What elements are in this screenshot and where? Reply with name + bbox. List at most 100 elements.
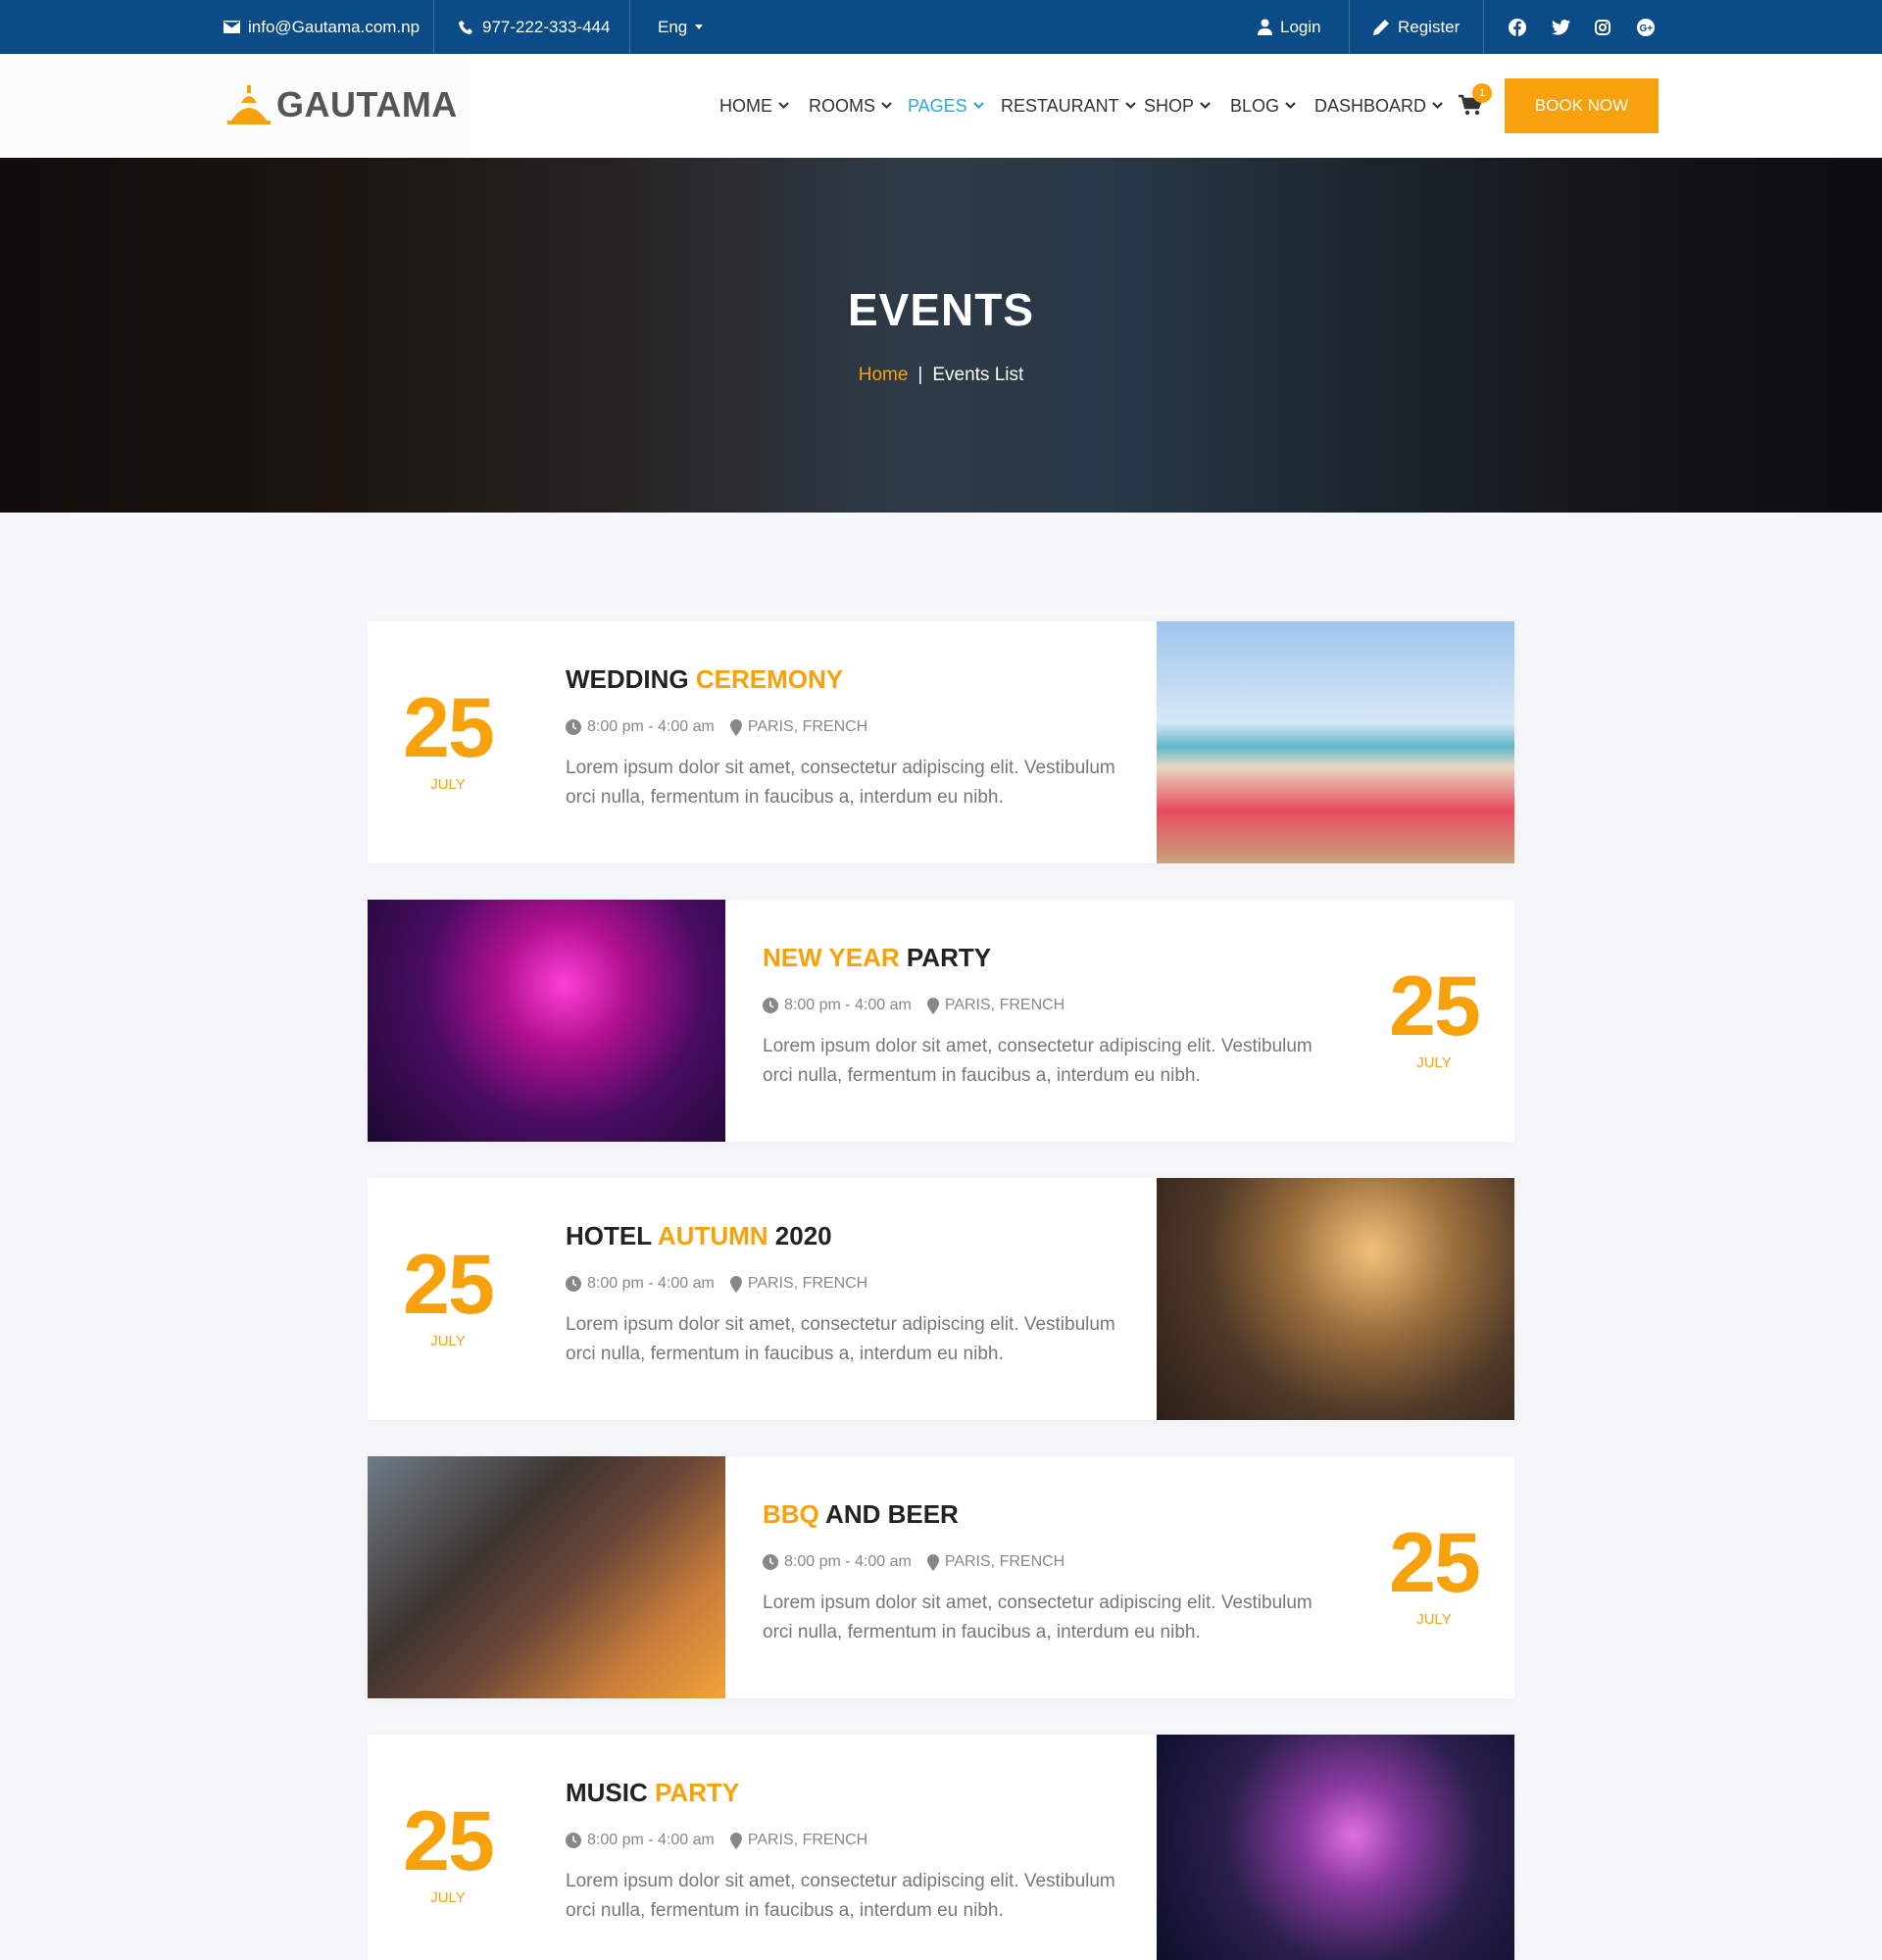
bbq-photo[interactable] xyxy=(368,1456,725,1698)
divider xyxy=(1483,0,1484,54)
facebook-link[interactable] xyxy=(1509,0,1526,54)
event-meta: 8:00 pm - 4:00 am PARIS, FRENCH xyxy=(566,1832,1134,1849)
map-pin-icon xyxy=(729,718,742,736)
user-icon xyxy=(1258,19,1272,35)
google-plus-icon: G+ xyxy=(1637,18,1655,36)
event-meta: 8:00 pm - 4:00 am PARIS, FRENCH xyxy=(763,997,1331,1014)
register-label: Register xyxy=(1398,17,1461,36)
divider xyxy=(629,0,630,54)
event-day: 25 xyxy=(403,1238,495,1332)
pencil-icon xyxy=(1373,20,1389,35)
event-location: PARIS, FRENCH xyxy=(944,997,1065,1013)
event-info: MUSIC PARTY 8:00 pm - 4:00 am PARIS, FRE… xyxy=(566,1778,1134,1926)
chevron-down-icon xyxy=(1200,102,1211,110)
event-month: JULY xyxy=(430,1333,466,1349)
concert-photo[interactable] xyxy=(1157,1735,1514,1960)
breadcrumb: Home | Events List xyxy=(0,365,1882,386)
facebook-icon xyxy=(1509,18,1526,36)
event-title-part: WEDDING xyxy=(566,664,696,694)
twitter-link[interactable] xyxy=(1552,0,1570,54)
event-location: PARIS, FRENCH xyxy=(747,718,868,735)
envelope-icon xyxy=(223,21,240,33)
event-date: 25 JULY xyxy=(368,1243,528,1349)
nav-blog[interactable]: BLOG xyxy=(1230,54,1296,158)
event-location: PARIS, FRENCH xyxy=(747,1275,868,1292)
event-info: NEW YEAR PARTY 8:00 pm - 4:00 am PARIS, … xyxy=(763,943,1331,1091)
party-photo[interactable] xyxy=(368,900,725,1142)
page-banner: EVENTS Home | Events List xyxy=(0,158,1882,513)
clock-icon xyxy=(566,719,581,735)
event-description: Lorem ipsum dolor sit amet, consectetur … xyxy=(566,1871,1115,1921)
phone-icon xyxy=(459,20,472,34)
nav-rooms[interactable]: ROOMS xyxy=(809,54,892,158)
top-bar: info@Gautama.com.np 977-222-333-444 Eng … xyxy=(0,0,1882,54)
celebration-photo[interactable] xyxy=(1157,1178,1514,1420)
phone-text: 977-222-333-444 xyxy=(482,17,611,36)
email-link[interactable]: info@Gautama.com.np xyxy=(223,0,420,54)
event-location: PARIS, FRENCH xyxy=(747,1832,868,1848)
event-info: WEDDING CEREMONY 8:00 pm - 4:00 am PARIS… xyxy=(566,664,1134,812)
nav-restaurant[interactable]: RESTAURANT xyxy=(1001,54,1136,158)
event-card: 25 JULY MUSIC PARTY 8:00 pm - 4:00 am PA… xyxy=(368,1735,1514,1960)
map-pin-icon xyxy=(926,1553,939,1571)
main-header: GAUTAMA HOME ROOMS PAGES RESTAURANT SHOP… xyxy=(0,54,1882,158)
breadcrumb-home-link[interactable]: Home xyxy=(859,365,909,385)
event-time: 8:00 pm - 4:00 am xyxy=(784,1553,912,1570)
event-title-part: MUSIC xyxy=(566,1778,655,1807)
phone-link[interactable]: 977-222-333-444 xyxy=(459,0,610,54)
event-card: 25 JULY HOTEL AUTUMN 2020 8:00 pm - 4:00… xyxy=(368,1178,1514,1420)
event-date: 25 JULY xyxy=(1354,964,1514,1071)
event-title[interactable]: MUSIC PARTY xyxy=(566,1778,1134,1808)
nav-pages[interactable]: PAGES xyxy=(908,54,984,158)
chevron-down-icon xyxy=(1432,102,1443,110)
email-text: info@Gautama.com.np xyxy=(248,17,421,36)
event-month: JULY xyxy=(1416,1611,1452,1628)
event-meta: 8:00 pm - 4:00 am PARIS, FRENCH xyxy=(566,718,1134,736)
nav-restaurant-label: RESTAURANT xyxy=(1001,95,1119,116)
twitter-icon xyxy=(1552,19,1570,35)
map-pin-icon xyxy=(729,1275,742,1293)
event-title-part: PARTY xyxy=(899,943,992,972)
chevron-down-icon xyxy=(1285,102,1296,110)
login-label: Login xyxy=(1280,17,1321,36)
event-title[interactable]: NEW YEAR PARTY xyxy=(763,943,1331,973)
event-meta: 8:00 pm - 4:00 am PARIS, FRENCH xyxy=(763,1553,1331,1571)
wedding-photo[interactable] xyxy=(1157,621,1514,863)
clock-icon xyxy=(763,998,778,1013)
book-now-button[interactable]: BOOK NOW xyxy=(1505,78,1659,133)
event-date: 25 JULY xyxy=(368,686,528,793)
svg-text:G+: G+ xyxy=(1640,24,1654,34)
chevron-down-icon xyxy=(881,102,892,110)
brand-name: GAUTAMA xyxy=(276,84,458,124)
stupa-icon xyxy=(227,85,271,124)
event-title[interactable]: WEDDING CEREMONY xyxy=(566,664,1134,695)
event-info: HOTEL AUTUMN 2020 8:00 pm - 4:00 am PARI… xyxy=(566,1221,1134,1369)
instagram-link[interactable] xyxy=(1595,0,1610,54)
logo[interactable]: GAUTAMA xyxy=(225,84,458,125)
register-link[interactable]: Register xyxy=(1373,0,1460,54)
event-title-part: AND BEER xyxy=(818,1499,959,1529)
event-meta: 8:00 pm - 4:00 am PARIS, FRENCH xyxy=(566,1275,1134,1293)
google-plus-link[interactable]: G+ xyxy=(1637,0,1655,54)
instagram-icon xyxy=(1595,19,1610,35)
nav-shop[interactable]: SHOP xyxy=(1144,54,1211,158)
breadcrumb-current: Events List xyxy=(932,365,1024,385)
language-select[interactable]: Eng xyxy=(658,0,704,54)
event-title-part: HOTEL xyxy=(566,1221,658,1250)
login-link[interactable]: Login xyxy=(1258,0,1321,54)
clock-icon xyxy=(566,1833,581,1848)
event-time: 8:00 pm - 4:00 am xyxy=(587,1832,715,1848)
nav-dashboard[interactable]: DASHBOARD xyxy=(1314,54,1443,158)
caret-down-icon xyxy=(695,24,704,29)
event-date: 25 JULY xyxy=(368,1799,528,1906)
event-title-highlight: PARTY xyxy=(655,1778,740,1807)
event-title[interactable]: HOTEL AUTUMN 2020 xyxy=(566,1221,1134,1251)
event-title[interactable]: BBQ AND BEER xyxy=(763,1499,1331,1530)
nav-home[interactable]: HOME xyxy=(719,54,789,158)
event-description: Lorem ipsum dolor sit amet, consectetur … xyxy=(566,758,1115,808)
chevron-down-icon xyxy=(1124,102,1136,110)
nav-blog-label: BLOG xyxy=(1230,95,1280,116)
event-time: 8:00 pm - 4:00 am xyxy=(587,1275,715,1292)
event-day: 25 xyxy=(1389,959,1481,1054)
clock-icon xyxy=(566,1276,581,1292)
